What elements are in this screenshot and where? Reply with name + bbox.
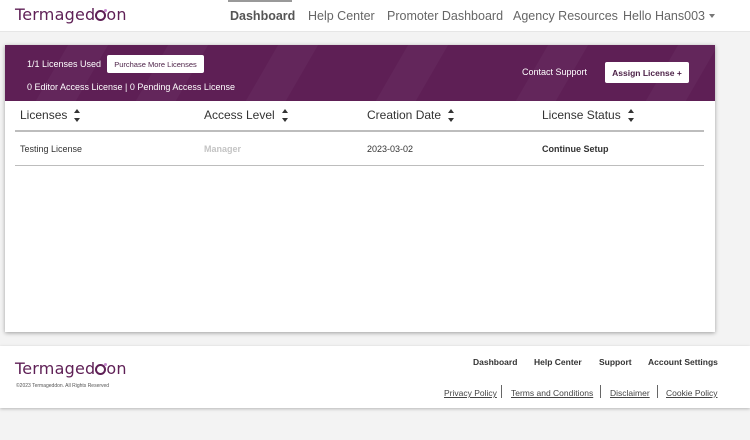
contact-support-link[interactable]: Contact Support: [522, 67, 587, 77]
sort-icon: [74, 109, 81, 122]
top-navigation: Termaged on Dashboard Help Center Promote…: [0, 0, 750, 32]
disclaimer-link[interactable]: Disclaimer: [610, 388, 650, 398]
nav-help-center[interactable]: Help Center: [308, 9, 375, 23]
cookie-policy-link[interactable]: Cookie Policy: [666, 388, 718, 398]
banner-decoration: [350, 45, 459, 101]
table-header-divider: [15, 130, 704, 132]
footer-link-support[interactable]: Support: [599, 357, 632, 367]
termageddon-logo[interactable]: Termaged on: [15, 5, 127, 24]
licenses-banner: 1/1 Licenses Used Purchase More Licenses…: [5, 45, 715, 101]
user-menu[interactable]: Hello Hans003: [623, 9, 715, 23]
continue-setup-link[interactable]: Continue Setup: [542, 144, 609, 154]
purchase-more-licenses-button[interactable]: Purchase More Licenses: [107, 55, 204, 73]
column-header-license-status[interactable]: License Status: [542, 108, 635, 122]
creation-date-value: 2023-03-02: [367, 144, 414, 154]
sort-icon: [448, 109, 455, 122]
sort-icon: [627, 109, 635, 122]
footer-link-dashboard[interactable]: Dashboard: [473, 357, 517, 367]
license-name: Testing License: [20, 144, 83, 154]
assign-license-button[interactable]: Assign License +: [605, 62, 689, 83]
nav-promoter-dashboard[interactable]: Promoter Dashboard: [387, 9, 503, 23]
footer-separator: [657, 385, 658, 398]
nav-agency-resources[interactable]: Agency Resources: [513, 9, 618, 23]
active-tab-indicator: [228, 0, 292, 2]
chevron-down-icon: [709, 14, 715, 18]
banner-decoration: [220, 45, 329, 101]
terms-and-conditions-link[interactable]: Terms and Conditions: [511, 388, 593, 398]
privacy-policy-link[interactable]: Privacy Policy: [444, 388, 497, 398]
footer-link-account-settings[interactable]: Account Settings: [648, 357, 718, 367]
column-header-creation-date[interactable]: Creation Date: [367, 108, 455, 122]
licenses-card: 1/1 Licenses Used Purchase More Licenses…: [5, 45, 715, 332]
nav-dashboard[interactable]: Dashboard: [230, 9, 295, 23]
footer-logo[interactable]: Termaged on: [15, 359, 127, 378]
sort-icon: [281, 109, 289, 122]
footer-separator: [501, 385, 502, 398]
banner-decoration: [110, 45, 219, 101]
footer-separator: [600, 385, 601, 398]
access-license-summary: 0 Editor Access License | 0 Pending Acce…: [27, 82, 235, 92]
table-row-divider: [15, 165, 704, 166]
column-header-access-level[interactable]: Access Level: [204, 108, 289, 122]
logo-mark-icon: [95, 9, 108, 21]
copyright-text: ©2023 Termageddon. All Rights Reserved: [16, 383, 110, 389]
licenses-used-count: 1/1 Licenses Used: [27, 59, 102, 69]
banner-decoration: [10, 45, 119, 101]
column-header-licenses[interactable]: Licenses: [20, 108, 81, 122]
logo-mark-icon: [95, 363, 108, 375]
footer-link-help-center[interactable]: Help Center: [534, 357, 582, 367]
access-level-value: Manager: [204, 144, 242, 154]
